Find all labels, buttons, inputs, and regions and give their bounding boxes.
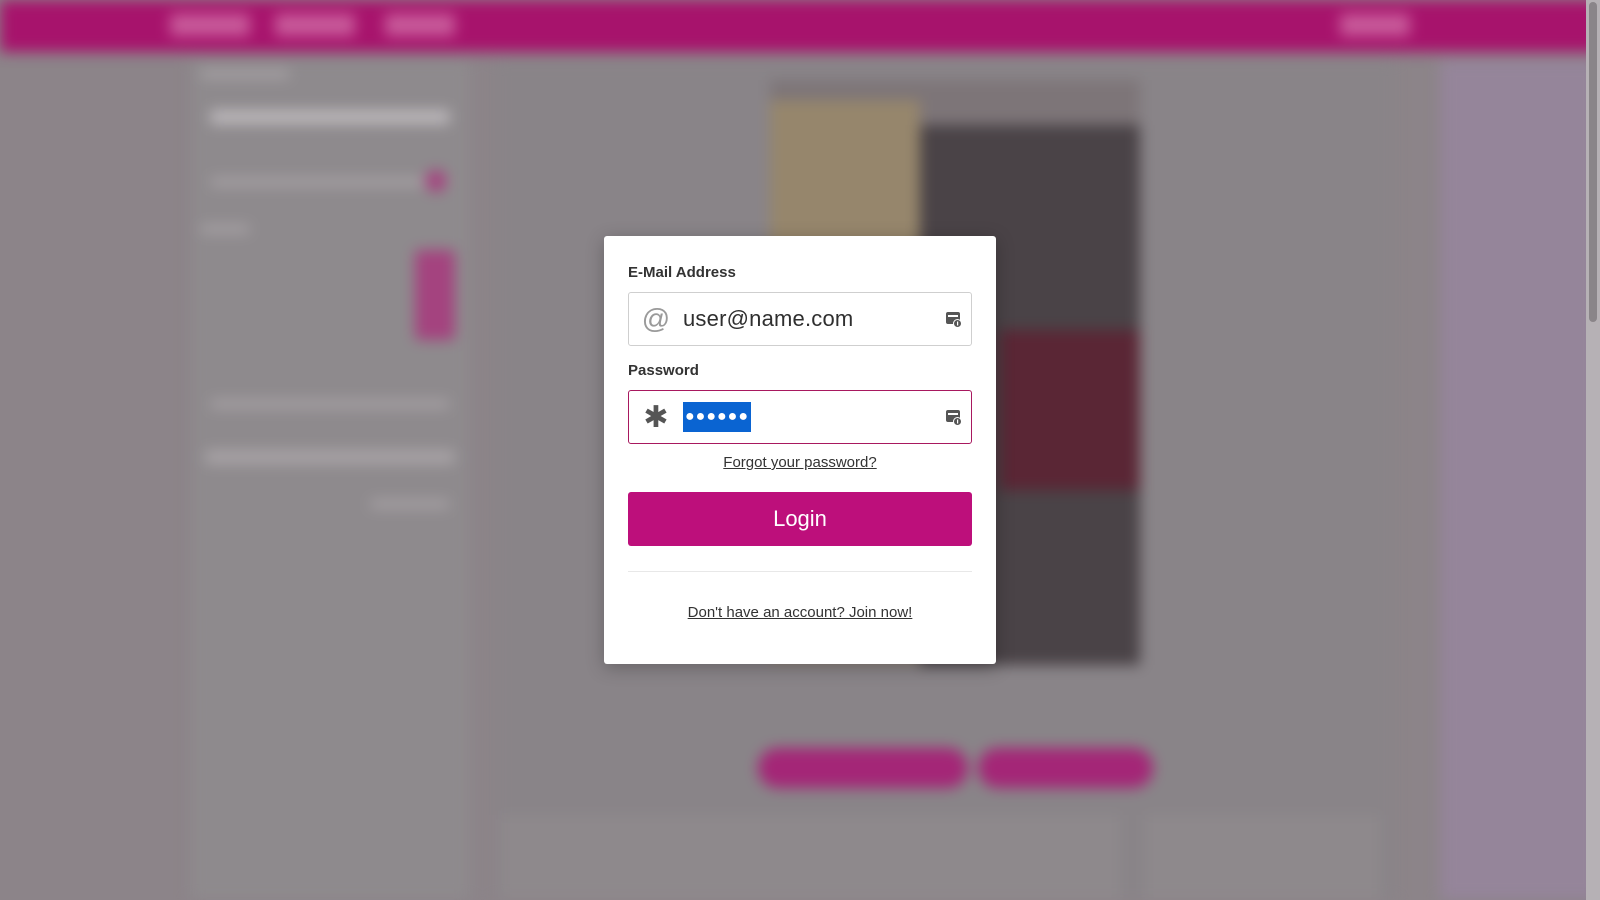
scrollbar-thumb[interactable]	[1589, 2, 1597, 322]
filter-sidebar	[190, 60, 470, 900]
email-field[interactable]: @ user@name.com	[628, 292, 972, 346]
divider	[628, 571, 972, 572]
asterisk-icon: ✱	[643, 400, 669, 434]
sidebar-select-placeholder	[205, 450, 455, 464]
bottom-card-placeholder	[500, 815, 1120, 900]
sidebar-slider-placeholder	[210, 400, 450, 408]
email-label: E-Mail Address	[628, 264, 736, 281]
sidebar-slider-knob	[425, 170, 447, 192]
sidebar-slider-placeholder	[210, 178, 450, 186]
password-manager-icon[interactable]	[945, 309, 963, 329]
login-modal: E-Mail Address @ user@name.com Password …	[604, 236, 996, 664]
sidebar-toggle-group	[415, 250, 455, 340]
login-button[interactable]: Login	[628, 492, 972, 546]
action-pill-placeholder	[978, 748, 1153, 788]
action-pill-placeholder	[758, 748, 968, 788]
sidebar-search-placeholder	[210, 110, 450, 124]
password-label: Password	[628, 362, 699, 379]
right-column	[1440, 60, 1600, 900]
nav-logo-placeholder	[170, 14, 250, 36]
top-navigation-bar	[0, 0, 1600, 52]
at-sign-icon: @	[641, 303, 671, 334]
sidebar-heading-placeholder	[200, 70, 290, 78]
sidebar-link-placeholder	[370, 500, 450, 508]
email-value[interactable]: user@name.com	[683, 306, 853, 332]
nav-user-placeholder	[1340, 14, 1410, 36]
password-manager-icon[interactable]	[945, 407, 963, 427]
password-value[interactable]: ●●●●●●	[683, 402, 751, 432]
join-now-link[interactable]: Don't have an account? Join now!	[604, 604, 996, 621]
password-field[interactable]: ✱ ●●●●●●	[628, 390, 972, 444]
bottom-card-placeholder	[1145, 815, 1380, 900]
nav-item-placeholder	[275, 14, 355, 36]
nav-item-placeholder	[385, 14, 455, 36]
page-scrollbar[interactable]	[1586, 0, 1600, 900]
sidebar-heading-placeholder	[200, 225, 250, 233]
forgot-password-link[interactable]: Forgot your password?	[604, 454, 996, 471]
